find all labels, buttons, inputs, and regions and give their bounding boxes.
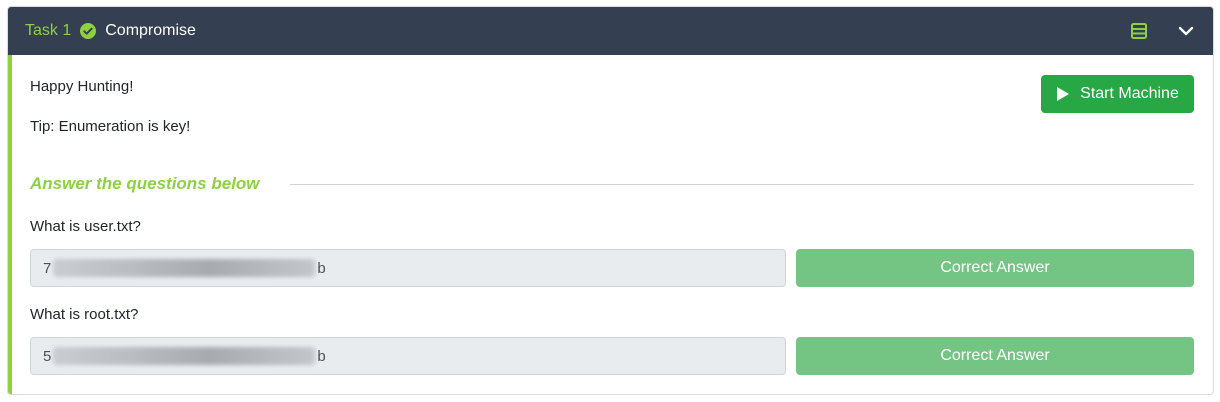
answer-field[interactable]: 5 b [30,337,786,375]
task-card: Task 1 Compromise Happy Hunting! Tip: En… [7,6,1214,395]
task-number: Task 1 [25,22,72,39]
answer-prefix: 5 [43,347,52,365]
start-machine-label: Start Machine [1080,85,1179,102]
task-title: Compromise [105,22,196,39]
correct-answer-button[interactable]: Correct Answer [796,249,1194,287]
check-circle-icon [80,23,97,39]
play-icon [1056,86,1070,102]
chevron-down-icon[interactable] [1178,24,1194,38]
task-body: Happy Hunting! Tip: Enumeration is key! … [8,55,1213,394]
answer-suffix: b [317,259,326,277]
answers-heading: Answer the questions below [30,174,260,193]
task-paragraph: Happy Hunting! [30,78,134,95]
start-machine-button[interactable]: Start Machine [1041,75,1194,113]
divider [290,184,1194,185]
answer-prefix: 7 [43,259,52,277]
task-header[interactable]: Task 1 Compromise [8,7,1213,55]
question-label: What is user.txt? [30,218,141,235]
notes-icon[interactable] [1130,22,1148,40]
task-paragraph: Tip: Enumeration is key! [30,118,191,135]
redacted-answer [53,347,316,365]
correct-answer-button[interactable]: Correct Answer [796,337,1194,375]
answer-field[interactable]: 7 b [30,249,786,287]
redacted-answer [53,259,316,277]
question-label: What is root.txt? [30,306,139,323]
answer-suffix: b [317,347,326,365]
